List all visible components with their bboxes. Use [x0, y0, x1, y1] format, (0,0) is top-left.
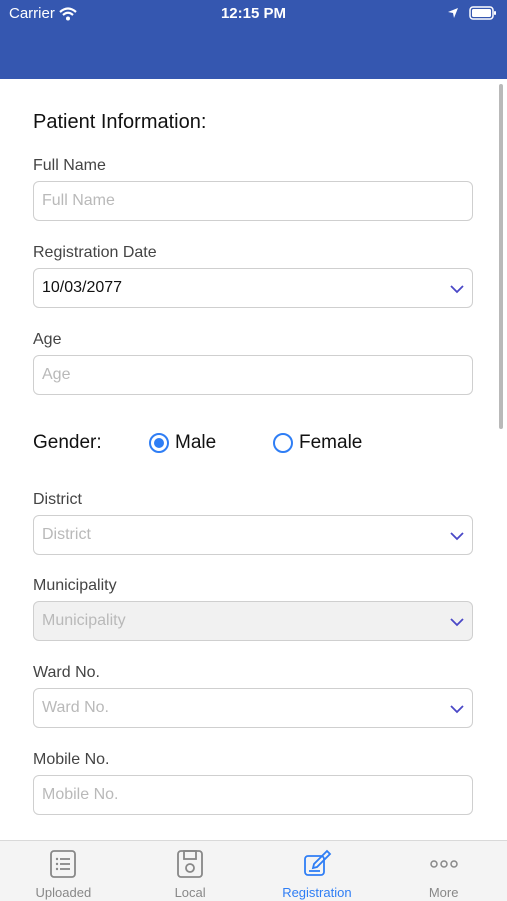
tab-local-label: Local — [174, 885, 206, 900]
age-label: Age — [33, 331, 62, 348]
municipality-select[interactable]: Municipality — [33, 601, 473, 641]
location-icon — [448, 8, 458, 18]
age-input[interactable]: Age — [33, 355, 473, 395]
battery-icon — [469, 6, 496, 20]
chevron-down-icon — [450, 285, 464, 294]
section-title: Patient Information: — [33, 111, 207, 133]
mobile-placeholder: Mobile No. — [42, 786, 119, 803]
status-right — [447, 6, 497, 20]
municipality-placeholder: Municipality — [42, 612, 126, 629]
district-select[interactable]: District — [33, 515, 473, 555]
full-name-label: Full Name — [33, 157, 106, 174]
tab-uploaded[interactable]: Uploaded — [0, 841, 127, 901]
radio-unselected-icon — [273, 433, 293, 453]
tab-registration-label: Registration — [282, 885, 352, 900]
tab-more[interactable]: More — [380, 841, 507, 901]
registration-date-value: 10/03/2077 — [42, 279, 123, 296]
municipality-label: Municipality — [33, 577, 117, 594]
gender-option-male: Male — [175, 432, 217, 453]
gender-radio-male[interactable]: Male — [149, 432, 216, 454]
save-icon — [177, 850, 204, 878]
tab-uploaded-label: Uploaded — [35, 885, 92, 900]
chevron-down-icon — [450, 532, 464, 541]
registration-date-label: Registration Date — [33, 244, 157, 261]
district-label: District — [33, 491, 82, 508]
mobile-input[interactable]: Mobile No. — [33, 775, 473, 815]
more-icon — [429, 860, 458, 868]
full-name-input[interactable]: Full Name — [33, 181, 473, 221]
tab-local[interactable]: Local — [127, 841, 254, 901]
registration-date-select[interactable]: 10/03/2077 — [33, 268, 473, 308]
chevron-down-icon — [450, 618, 464, 627]
tab-more-label: More — [428, 885, 459, 900]
clock: 12:15 PM — [220, 5, 287, 22]
gender-label: Gender: — [33, 432, 102, 453]
gender-radio-female[interactable]: Female — [273, 432, 362, 454]
ward-label: Ward No. — [33, 664, 100, 681]
ward-placeholder: Ward No. — [42, 699, 109, 716]
mobile-label: Mobile No. — [33, 751, 110, 768]
full-name-placeholder: Full Name — [42, 192, 115, 209]
district-placeholder: District — [42, 526, 91, 543]
list-icon — [50, 850, 77, 878]
gender-option-female: Female — [299, 432, 363, 453]
radio-selected-icon — [149, 433, 169, 453]
tab-bar: Uploaded Local Registration More — [0, 840, 507, 901]
chevron-down-icon — [450, 705, 464, 714]
status-bar: Carrier 12:15 PM — [0, 0, 507, 28]
edit-icon — [303, 849, 332, 876]
scrollbar[interactable] — [499, 84, 503, 429]
ward-select[interactable]: Ward No. — [33, 688, 473, 728]
age-placeholder: Age — [42, 366, 71, 383]
tab-registration[interactable]: Registration — [254, 841, 381, 901]
